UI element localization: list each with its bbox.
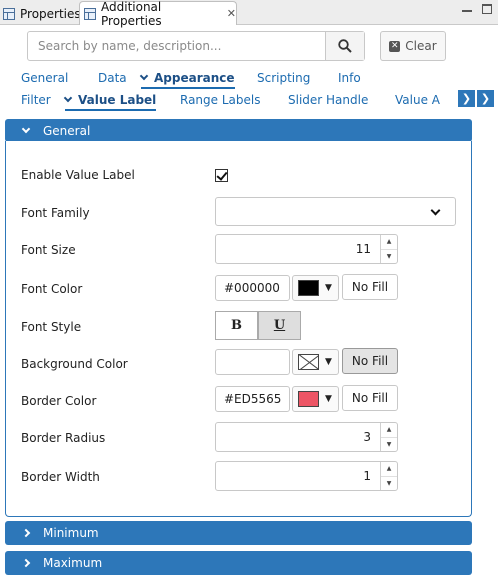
background-color-picker[interactable]: ▼ — [292, 349, 339, 375]
font-color-label: Font Color — [21, 282, 83, 296]
border-color-nofill-button[interactable]: No Fill — [342, 385, 398, 411]
nav-value-label-text: Value Label — [78, 93, 157, 107]
caret-down-icon: ▼ — [325, 283, 332, 293]
border-color-label: Border Color — [21, 394, 97, 408]
font-size-stepper[interactable]: 11 ▲ ▼ — [215, 234, 398, 264]
section-general-title: General — [43, 123, 91, 138]
clear-icon: ✕ — [389, 40, 401, 52]
section-maximum-title: Maximum — [43, 556, 103, 570]
properties-icon — [3, 7, 15, 20]
border-width-stepper[interactable]: 1 ▲ ▼ — [215, 461, 398, 491]
spin-down-icon[interactable]: ▼ — [381, 477, 397, 491]
nav-appearance-label: Appearance — [154, 71, 235, 85]
caret-down-icon: ▼ — [325, 357, 332, 367]
nav-scripting[interactable]: Scripting — [257, 71, 310, 85]
section-minimum-header[interactable]: Minimum — [5, 521, 472, 545]
chevron-right-icon — [21, 558, 31, 568]
chevron-down-icon[interactable]: ❯ — [477, 90, 494, 107]
spin-down-icon[interactable]: ▼ — [381, 250, 397, 264]
background-color-label: Background Color — [21, 357, 128, 371]
search-button[interactable] — [325, 32, 364, 60]
spin-up-icon[interactable]: ▲ — [381, 462, 397, 477]
chevron-right-icon — [21, 528, 31, 538]
border-width-label: Border Width — [21, 470, 100, 484]
nav-data[interactable]: Data — [98, 71, 127, 85]
tab-additional-properties[interactable]: Additional Properties ✕ — [79, 0, 237, 28]
nav-general[interactable]: General — [21, 71, 68, 85]
clear-label: Clear — [405, 39, 437, 53]
additional-properties-icon — [84, 7, 96, 20]
background-color-field[interactable] — [215, 349, 290, 375]
view-tab-bar: Properties Additional Properties ✕ — [0, 0, 498, 28]
nav-slider-handle[interactable]: Slider Handle — [288, 93, 368, 107]
border-color-value: #ED5565 — [224, 392, 282, 406]
border-radius-value: 3 — [363, 430, 371, 444]
primary-nav: General Data Appearance Scripting Info — [21, 71, 461, 89]
spin-down-icon[interactable]: ▼ — [381, 438, 397, 452]
font-color-swatch — [298, 280, 319, 296]
border-color-swatch — [298, 391, 319, 407]
border-color-picker[interactable]: ▼ — [292, 386, 339, 412]
section-maximum-header[interactable]: Maximum — [5, 551, 472, 575]
background-nofill-button[interactable]: No Fill — [342, 348, 398, 374]
chevron-right-icon[interactable]: ❯ — [458, 90, 475, 107]
caret-down-icon: ▼ — [325, 394, 332, 404]
search-icon — [338, 39, 352, 53]
border-radius-label: Border Radius — [21, 431, 106, 445]
tab-additional-properties-label: Additional Properties — [101, 0, 162, 28]
enable-value-label-checkbox[interactable] — [215, 169, 228, 182]
font-color-nofill-button[interactable]: No Fill — [342, 274, 398, 300]
nav-info[interactable]: Info — [338, 71, 361, 85]
font-style-label: Font Style — [21, 320, 82, 334]
font-family-label: Font Family — [21, 206, 90, 220]
nav-range-labels[interactable]: Range Labels — [180, 93, 260, 107]
section-minimum-title: Minimum — [43, 526, 99, 540]
spin-up-icon[interactable]: ▲ — [381, 235, 397, 250]
nav-filter[interactable]: Filter — [21, 93, 51, 107]
border-radius-stepper[interactable]: 3 ▲ ▼ — [215, 422, 398, 452]
border-color-field[interactable]: #ED5565 — [215, 386, 290, 412]
font-size-value: 11 — [355, 242, 371, 256]
chevron-down-icon — [139, 71, 149, 81]
chevron-down-icon — [21, 124, 31, 133]
font-size-label: Font Size — [21, 243, 76, 257]
clear-button[interactable]: ✕ Clear — [380, 31, 446, 61]
chevron-down-icon — [430, 205, 441, 216]
search-box — [27, 31, 365, 61]
search-input[interactable] — [28, 32, 325, 60]
spin-up-icon[interactable]: ▲ — [381, 423, 397, 438]
font-family-select[interactable] — [215, 197, 456, 226]
bold-button[interactable]: B — [215, 311, 258, 340]
tab-properties[interactable]: Properties — [0, 2, 81, 25]
close-icon[interactable]: ✕ — [227, 7, 236, 20]
section-general-header[interactable]: General — [5, 119, 472, 142]
minimize-icon[interactable] — [462, 4, 472, 14]
underline-button[interactable]: U — [258, 311, 301, 340]
maximize-icon[interactable] — [482, 4, 492, 14]
no-color-swatch-icon — [298, 354, 319, 370]
tab-properties-label: Properties — [20, 6, 81, 21]
secondary-nav: Filter Value Label Range Labels Slider H… — [21, 93, 456, 111]
nav-scroll-controls: ❯ ❯ — [458, 90, 494, 107]
chevron-down-icon — [63, 93, 73, 103]
font-color-picker[interactable]: ▼ — [292, 275, 339, 301]
enable-value-label-label: Enable Value Label — [21, 168, 135, 182]
font-color-field[interactable]: #000000 — [215, 275, 290, 301]
nav-value-a[interactable]: Value A — [395, 93, 440, 107]
border-width-value: 1 — [363, 469, 371, 483]
nav-value-label[interactable]: Value Label — [63, 93, 157, 111]
nav-appearance[interactable]: Appearance — [139, 71, 235, 89]
font-color-value: #000000 — [224, 281, 280, 295]
